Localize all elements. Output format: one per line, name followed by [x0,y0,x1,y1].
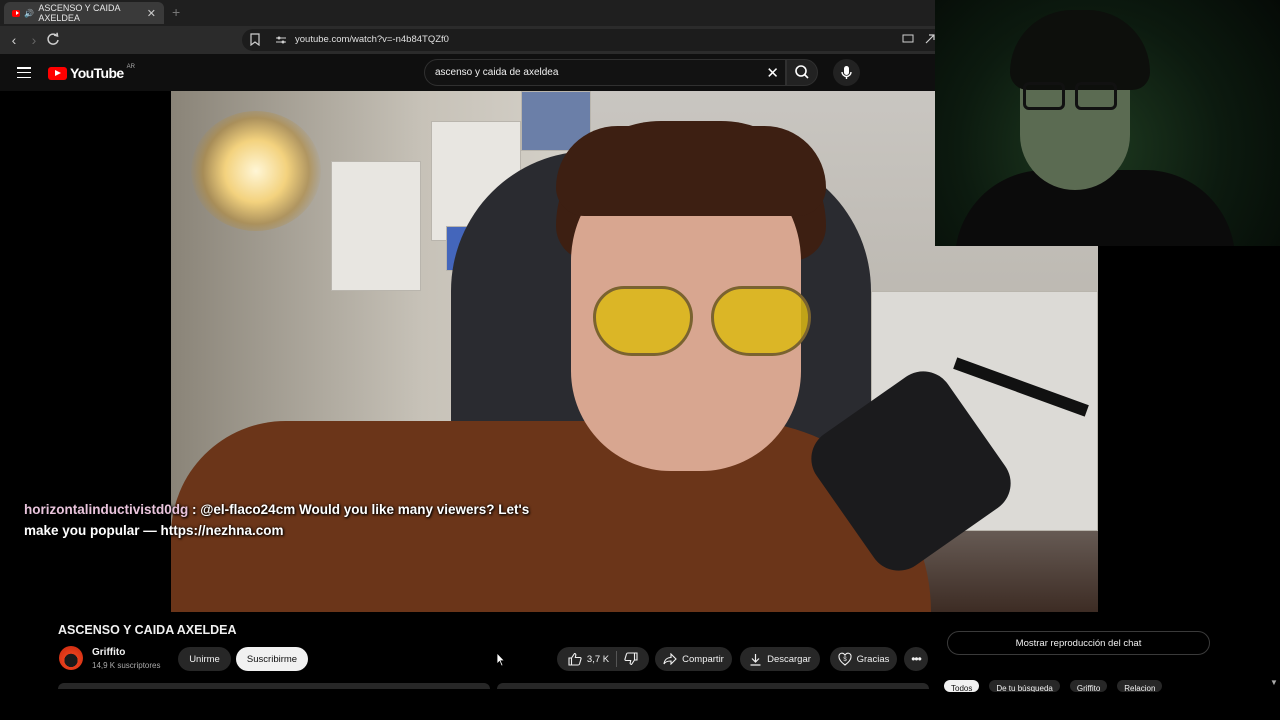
chip-all[interactable]: Todos [944,680,980,692]
search-input[interactable]: ascenso y caida de axeldea [435,67,558,78]
webcam-hair [1010,10,1150,90]
cast-icon[interactable] [902,34,914,44]
wall-poster [331,161,421,291]
channel-avatar[interactable] [59,646,83,670]
tab-title: ASCENSO Y CAIDA AXELDEA [38,3,121,23]
recommendation-filter-chips: Todos De tu búsqueda Griffito Relacion [944,680,1163,692]
webcam-glasses-right [1075,82,1117,110]
glasses-lens-right [711,286,811,356]
description-box [497,683,929,689]
chat-username: horizontalinductivistd0dg [24,502,189,517]
download-label: Descargar [767,653,811,665]
logo-text: YouTube [70,65,124,81]
like-button[interactable]: 3,7 K [568,652,609,666]
menu-icon[interactable] [17,67,31,79]
super-thanks-icon: $ [838,652,852,666]
back-arrow-icon[interactable]: ‹ [6,32,22,48]
video-title: ASCENSO Y CAIDA AXELDEA [58,623,237,637]
microphone-icon [841,66,852,79]
country-code: AR [126,64,135,70]
join-button[interactable]: Unirme [178,647,231,671]
browser-tab[interactable]: 🔊 ASCENSO Y CAIDA AXELDEA ✕ [4,2,164,24]
chip-channel[interactable]: Griffito [1069,680,1108,692]
speaker-icon: 🔊 [24,8,35,18]
search-box[interactable]: ascenso y caida de axeldea ✕ [424,59,786,86]
thumbs-up-icon [568,652,582,666]
comments-box [58,683,490,689]
download-icon [750,653,761,666]
lamp-light [191,111,321,231]
webcam-overlay [935,0,1280,246]
youtube-play-icon [48,66,67,80]
search-button[interactable] [786,59,818,86]
dislike-button[interactable] [624,652,638,666]
channel-name[interactable]: Griffito [92,647,125,658]
site-settings-icon[interactable] [276,35,286,45]
forward-arrow-icon[interactable]: › [26,32,42,48]
join-label: Unirme [189,653,220,665]
download-button[interactable]: Descargar [740,647,820,671]
like-dislike-group: 3,7 K [557,647,649,671]
browser-nav-bar: ‹ › youtube.com/watch?v=-n4b84TQZf0 [0,26,936,54]
share-label: Compartir [682,653,724,665]
browser-tab-bar: 🔊 ASCENSO Y CAIDA AXELDEA ✕ + [0,0,936,26]
scroll-down-arrow-icon[interactable]: ▼ [1270,678,1278,687]
youtube-logo[interactable]: YouTube AR [48,64,135,81]
thumbs-down-icon [624,652,638,666]
subscriber-count: 14,9 K suscriptores [92,661,161,670]
like-count: 3,7 K [586,653,610,665]
bookmark-icon[interactable] [250,33,260,46]
url-text: youtube.com/watch?v=-n4b84TQZf0 [295,34,449,45]
new-tab-button[interactable]: + [172,4,180,20]
chip-from-search[interactable]: De tu búsqueda [989,680,1060,692]
show-chat-replay-button[interactable]: Mostrar reproducción del chat [947,631,1210,655]
voice-search-button[interactable] [833,59,860,86]
search-icon [795,65,809,79]
chat-overlay-message: horizontalinductivistd0dg : @el-flaco24c… [24,499,544,541]
thanks-button[interactable]: $ Gracias [830,647,897,671]
share-button[interactable]: Compartir [655,647,732,671]
glasses-lens-left [593,286,693,356]
webcam-glasses-left [1023,82,1065,110]
address-bar[interactable]: youtube.com/watch?v=-n4b84TQZf0 [242,29,936,51]
chat-replay-label: Mostrar reproducción del chat [1015,637,1142,649]
reload-icon[interactable] [46,32,62,48]
subscribe-button[interactable]: Suscribirme [236,647,308,671]
youtube-header: YouTube AR ascenso y caida de axeldea ✕ [0,54,936,91]
subscribe-label: Suscribirme [246,653,298,665]
svg-text:$: $ [843,657,847,663]
like-separator [616,651,618,667]
chip-related[interactable]: Relacion [1117,680,1163,692]
close-tab-icon[interactable]: ✕ [147,7,156,20]
thanks-label: Gracias [856,653,890,665]
more-actions-button[interactable]: ••• [904,647,928,671]
clear-search-icon[interactable]: ✕ [766,64,779,82]
more-horizontal-icon: ••• [911,652,922,666]
youtube-favicon-icon [12,9,21,17]
mouse-cursor-icon [496,652,506,667]
share-icon [663,653,677,665]
hair-top [556,126,826,216]
